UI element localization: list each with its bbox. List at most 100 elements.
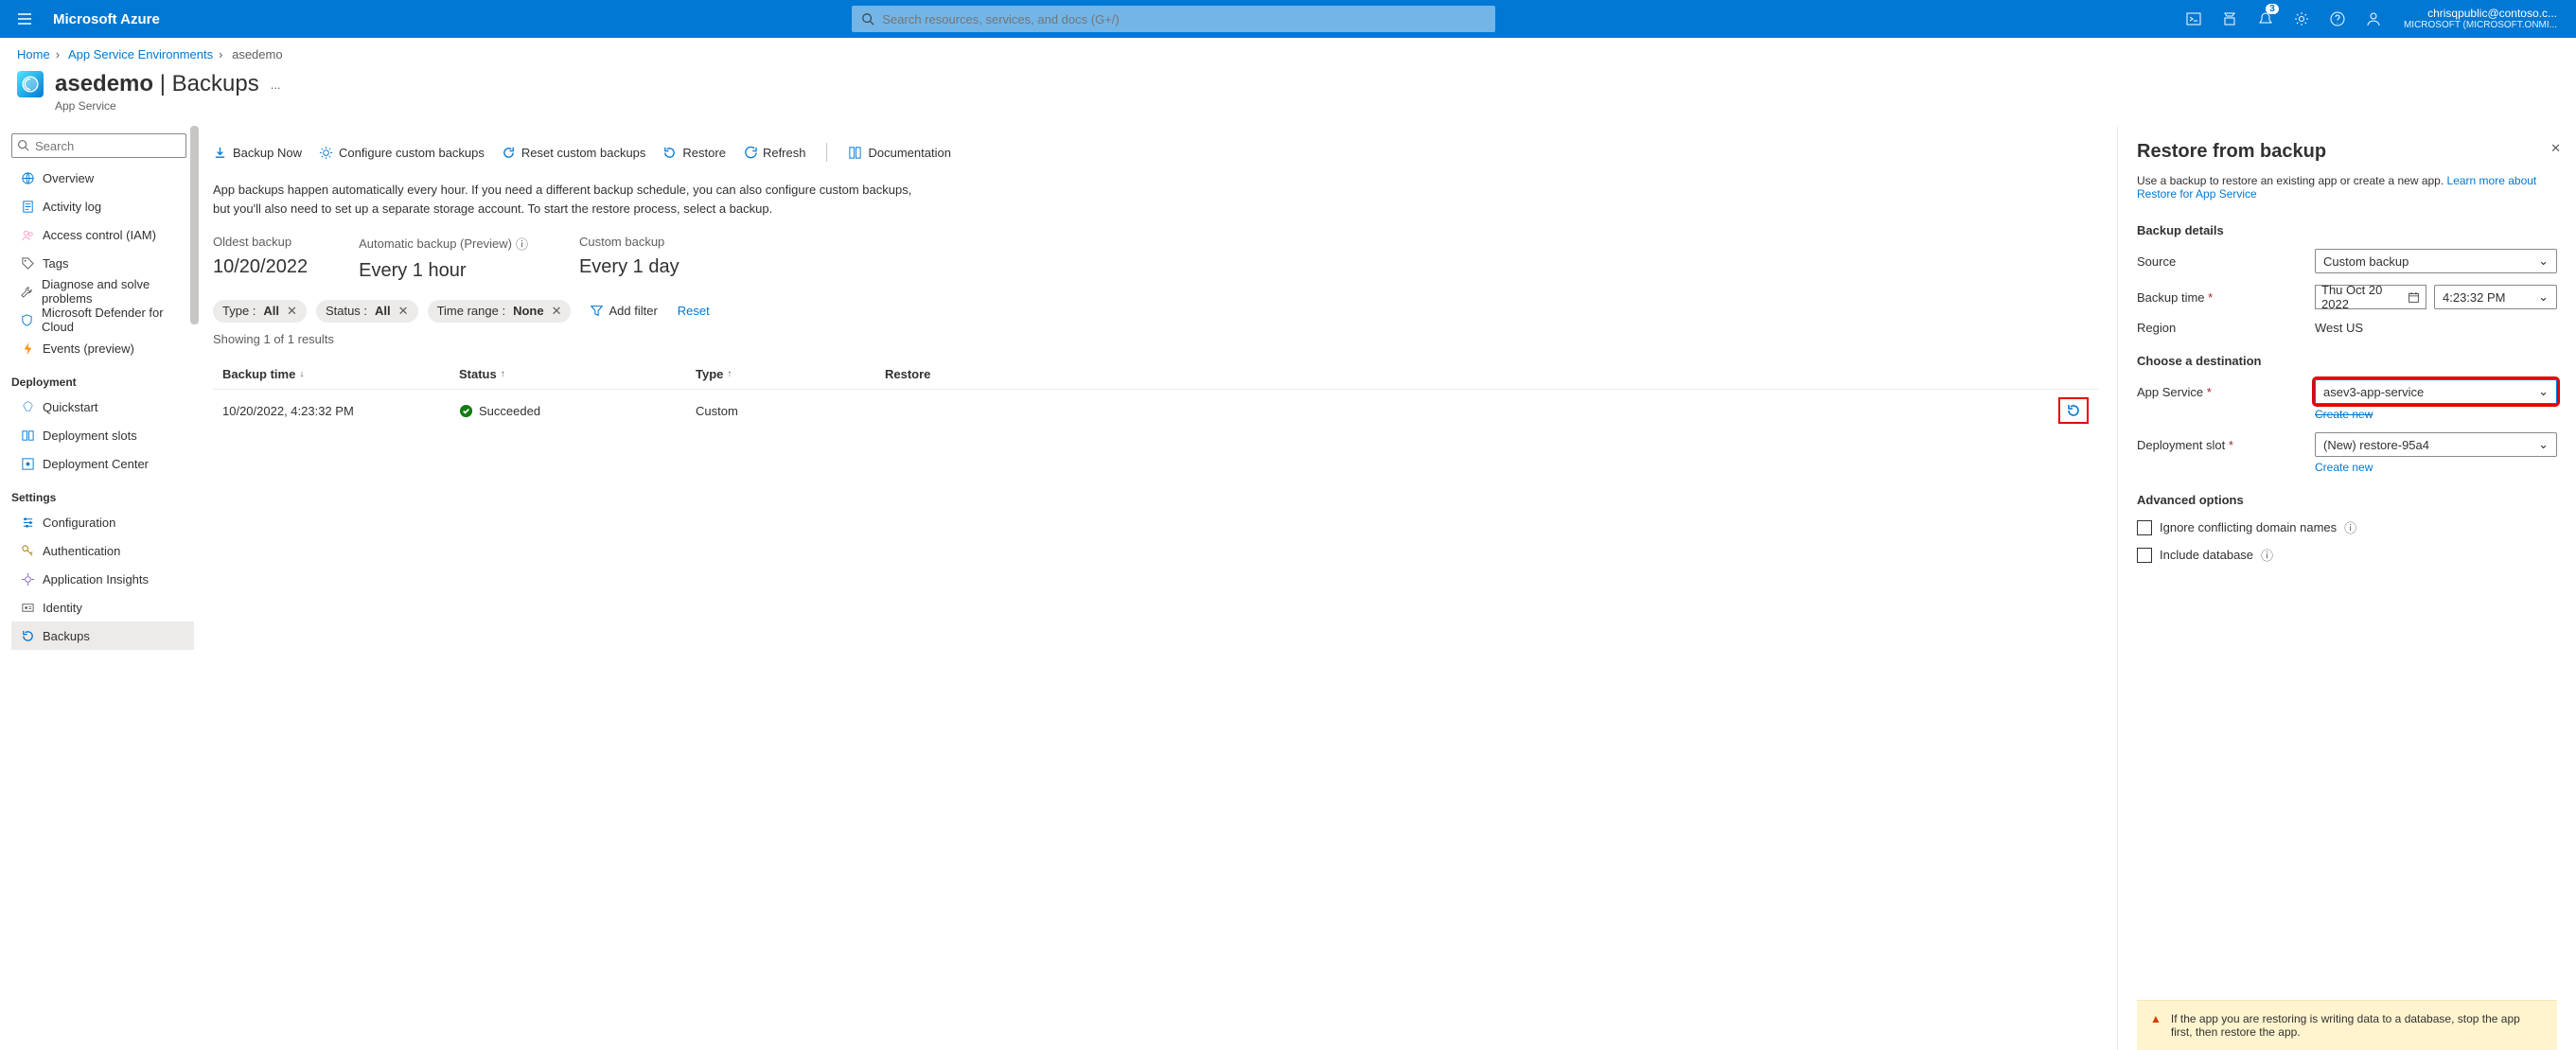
settings-icon[interactable] [2285,0,2319,38]
sidebar-item-application-insights[interactable]: Application Insights [11,565,194,593]
sidebar-item-diagnose-and-solve-problems[interactable]: Diagnose and solve problems [11,277,194,306]
sort-up-icon: ↑ [501,369,505,379]
chevron-down-icon: ⌄ [2538,384,2549,399]
filter-chip-status[interactable]: Status : All ✕ [316,300,418,323]
calendar-icon [2408,291,2420,304]
sidebar-item-tags[interactable]: Tags [11,249,194,277]
info-icon[interactable]: ⓘ [2344,518,2356,536]
sidebar-item-configuration[interactable]: Configuration [11,508,194,536]
sidebar-item-identity[interactable]: Identity [11,593,194,621]
sidebar: « OverviewActivity logAccess control (IA… [0,126,194,1050]
auto-backup-value: Every 1 hour [359,260,528,282]
result-count: Showing 1 of 1 results [213,332,2098,346]
sidebar-item-events-preview-[interactable]: Events (preview) [11,334,194,362]
header-type[interactable]: Type ↑ [696,367,885,381]
sidebar-item-deployment-slots[interactable]: Deployment slots [11,421,194,449]
slot-dropdown[interactable]: (New) restore-95a4⌄ [2315,432,2557,457]
top-bar: Microsoft Azure 3 chrisqpublic@contoso.c… [0,0,2576,38]
header-backup-time[interactable]: Backup time ↓ [222,367,459,381]
sidebar-item-deployment-center[interactable]: Deployment Center [11,449,194,478]
appservice-dropdown[interactable]: asev3-app-service⌄ [2315,379,2557,404]
account-email: chrisqpublic@contoso.c... [2404,7,2557,20]
global-search-input[interactable] [882,12,1486,26]
breadcrumb-home[interactable]: Home [17,47,50,61]
chevron-down-icon: ⌄ [2538,437,2549,452]
more-menu[interactable]: ... [271,78,281,92]
warning-banner: ▲ If the app you are restoring is writin… [2137,1000,2557,1050]
create-slot-link[interactable]: Create new [2315,461,2557,474]
rocket-icon [20,400,35,414]
account-menu[interactable]: chrisqpublic@contoso.c... MICROSOFT (MIC… [2392,7,2568,31]
table-row[interactable]: 10/20/2022, 4:23:32 PM Succeeded Custom [213,389,2098,431]
source-dropdown[interactable]: Custom backup⌄ [2315,249,2557,273]
filter-chip-time[interactable]: Time range : None ✕ [428,300,572,323]
feedback-icon[interactable] [2356,0,2391,38]
backup-now-button[interactable]: Backup Now [213,146,302,160]
chevron-down-icon: ⌄ [2538,254,2549,269]
table-header: Backup time ↓ Status ↑ Type ↑ Restore [213,359,2098,389]
backup-time-picker[interactable]: 4:23:32 PM⌄ [2434,285,2557,309]
sidebar-item-access-control-iam-[interactable]: Access control (IAM) [11,220,194,249]
brand[interactable]: Microsoft Azure [42,11,171,27]
filter-chip-type[interactable]: Type : All ✕ [213,300,307,323]
shield-icon [20,313,34,327]
documentation-button[interactable]: Documentation [848,146,950,160]
info-icon[interactable]: ⓘ [2261,546,2273,564]
ignore-domains-label: Ignore conflicting domain names [2160,520,2337,534]
backup-icon [20,629,35,643]
appservice-label: App Service * [2137,385,2307,399]
section-backup-details: Backup details [2137,223,2557,237]
configure-backups-button[interactable]: Configure custom backups [319,146,485,160]
chevron-down-icon: ⌄ [2538,289,2549,305]
row-restore-button[interactable] [2058,397,2089,424]
account-tenant: MICROSOFT (MICROSOFT.ONMI... [2404,20,2557,31]
slots-icon [20,429,35,443]
info-icon[interactable]: ⓘ [516,235,528,253]
close-icon[interactable]: ✕ [398,304,409,319]
oldest-backup-label: Oldest backup [213,235,308,249]
cloud-shell-icon[interactable] [2177,0,2211,38]
breadcrumb-ase[interactable]: App Service Environments [68,47,213,61]
sidebar-item-authentication[interactable]: Authentication [11,536,194,565]
directories-icon[interactable] [2213,0,2247,38]
oldest-backup-value: 10/20/2022 [213,256,308,278]
help-icon[interactable] [2320,0,2355,38]
insights-icon [20,572,35,586]
main-content: Backup Now Configure custom backups Rese… [194,126,2117,1050]
include-db-label: Include database [2160,548,2253,562]
backup-time-label: Backup time * [2137,290,2307,305]
restore-button[interactable]: Restore [662,146,726,160]
slot-label: Deployment slot * [2137,438,2307,452]
close-icon[interactable]: ✕ [287,304,297,319]
ignore-domains-checkbox[interactable] [2137,520,2152,535]
reset-backups-button[interactable]: Reset custom backups [502,146,646,160]
sidebar-item-microsoft-defender-for-cloud[interactable]: Microsoft Defender for Cloud [11,306,194,334]
toolbar: Backup Now Configure custom backups Rese… [213,137,2098,171]
menu-icon[interactable] [8,11,42,26]
header-restore: Restore [885,367,2089,381]
add-filter-button[interactable]: Add filter [580,299,667,323]
search-icon [17,139,29,151]
section-advanced: Advanced options [2137,493,2557,507]
close-icon[interactable]: ✕ [552,304,562,319]
page-title: asedemo | Backups [55,71,259,97]
global-search[interactable] [852,6,1495,32]
header-status[interactable]: Status ↑ [459,367,696,381]
include-db-checkbox[interactable] [2137,548,2152,563]
notifications-icon[interactable]: 3 [2249,0,2283,38]
backup-date-picker[interactable]: Thu Oct 20 2022 [2315,285,2426,309]
sidebar-search-input[interactable] [11,133,186,158]
breadcrumb: Home› App Service Environments› asedemo [17,47,2559,61]
blade-title: Restore from backup [2137,141,2557,163]
sidebar-item-overview[interactable]: Overview [11,164,194,192]
sidebar-item-quickstart[interactable]: Quickstart [11,393,194,421]
tag-icon [20,256,35,271]
refresh-button[interactable]: Refresh [743,146,806,160]
create-app-link[interactable]: Create new [2315,408,2557,421]
sidebar-item-activity-log[interactable]: Activity log [11,192,194,220]
custom-backup-label: Custom backup [579,235,679,249]
close-blade-button[interactable]: ✕ [2550,141,2561,156]
reset-filters-link[interactable]: Reset [678,304,710,318]
sidebar-item-backups[interactable]: Backups [11,621,194,650]
custom-backup-value: Every 1 day [579,256,679,278]
